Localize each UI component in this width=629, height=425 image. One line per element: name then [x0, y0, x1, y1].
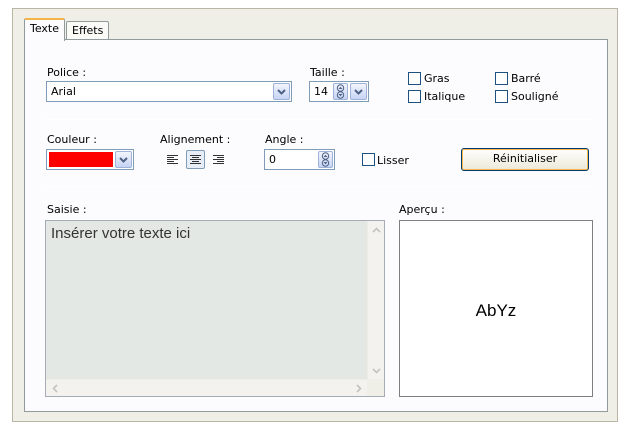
angle-field[interactable]: 0	[264, 149, 335, 170]
color-picker[interactable]	[46, 149, 134, 170]
size-spinner[interactable]	[333, 83, 348, 100]
underline-checkbox[interactable]	[495, 90, 508, 103]
chevron-down-icon[interactable]	[115, 151, 132, 168]
bold-label: Gras	[424, 72, 450, 85]
angle-value: 0	[269, 153, 276, 166]
font-select[interactable]: Arial	[46, 81, 292, 102]
size-field[interactable]: 14	[309, 81, 369, 102]
font-label: Police :	[47, 66, 87, 79]
italic-checkbox[interactable]	[408, 90, 421, 103]
size-value: 14	[314, 85, 328, 98]
italic-label: Italique	[424, 90, 466, 103]
horizontal-scrollbar[interactable]	[46, 379, 367, 396]
color-swatch	[49, 152, 113, 167]
align-left-icon[interactable]	[163, 150, 182, 169]
strike-checkbox[interactable]	[495, 72, 508, 85]
smooth-label: Lisser	[377, 154, 409, 167]
text-dialog-window: Texte Effets Police : Arial Taille : 14	[12, 8, 618, 422]
scroll-down-icon[interactable]	[368, 362, 385, 379]
preview-label: Aperçu :	[399, 203, 445, 216]
preview-text: AbYz	[475, 301, 517, 320]
tab-effets[interactable]: Effets	[66, 21, 110, 40]
scroll-up-icon[interactable]	[368, 221, 385, 238]
alignment-label: Alignement :	[160, 133, 231, 146]
strike-label: Barré	[511, 72, 541, 85]
size-label: Taille :	[310, 66, 345, 79]
bold-checkbox[interactable]	[408, 72, 421, 85]
smooth-checkbox[interactable]	[362, 153, 375, 166]
tab-texte[interactable]: Texte	[24, 18, 66, 41]
reset-button[interactable]: Réinitialiser	[461, 148, 589, 171]
chevron-down-icon[interactable]	[350, 83, 367, 100]
separator	[45, 186, 593, 187]
vertical-scrollbar[interactable]	[367, 221, 384, 379]
align-right-icon[interactable]	[209, 150, 228, 169]
angle-label: Angle :	[265, 133, 304, 146]
underline-label: Souligné	[511, 90, 559, 103]
preview-box: AbYz	[399, 220, 593, 397]
text-input-area[interactable]: Insérer votre texte ici	[45, 220, 385, 397]
scroll-left-icon[interactable]	[46, 380, 63, 397]
scroll-corner	[367, 379, 384, 396]
font-select-value: Arial	[51, 85, 76, 98]
align-center-icon[interactable]	[186, 150, 205, 169]
chevron-down-icon[interactable]	[273, 83, 290, 100]
tab-panel-texte: Police : Arial Taille : 14 Gras Italique…	[24, 39, 608, 412]
color-label: Couleur :	[47, 133, 97, 146]
scroll-right-icon[interactable]	[350, 380, 367, 397]
input-label: Saisie :	[47, 203, 87, 216]
angle-spinner[interactable]	[318, 151, 333, 168]
text-input-value: Insérer votre texte ici	[51, 225, 191, 242]
separator	[45, 119, 593, 120]
